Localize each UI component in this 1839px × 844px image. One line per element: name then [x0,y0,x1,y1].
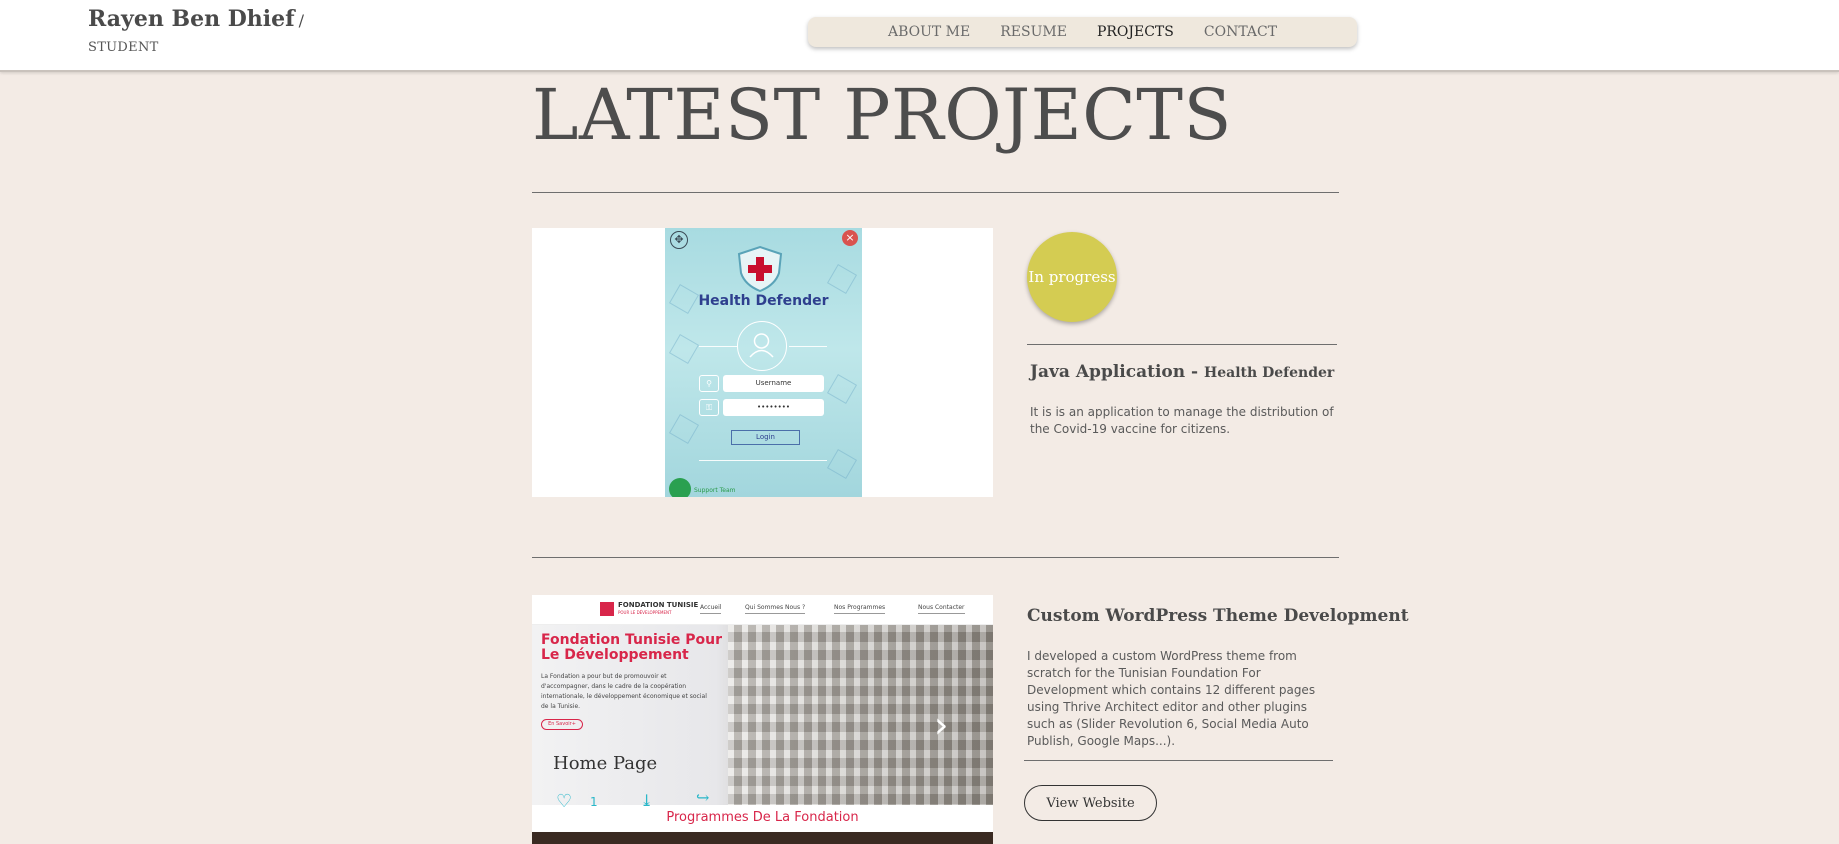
project-1-divider [1027,344,1337,345]
share-icon[interactable]: ↪ [696,788,709,807]
hex-pattern [826,263,858,295]
project-1-description: It is is an application to manage the di… [1030,405,1334,436]
title-divider [532,192,1339,193]
app-name: Health Defender [698,293,829,309]
nav-item-projects[interactable]: PROJECTS [1082,24,1189,40]
decor-line [789,346,827,347]
main-nav: ABOUT ME RESUME PROJECTS CONTACT [808,17,1357,47]
foundation-heading: Fondation Tunisie Pour Le Développement [541,632,722,663]
site-header: Rayen Ben Dhief / STUDENT ABOUT ME RESUME… [0,0,1839,72]
lock-icon: ⚿ [699,399,719,416]
project-1-title: Java Application - Health Defender [1030,362,1334,382]
decor-line [699,346,737,347]
like-count: 1 [590,795,598,809]
hex-pattern [668,333,700,365]
password-field: •••••••• [723,399,824,416]
nav-item-about-me[interactable]: ABOUT ME [873,24,985,40]
menu-item: Nos Programmes [834,604,886,614]
next-slide-icon[interactable]: › [934,705,948,746]
section-divider [532,557,1339,558]
login-button: Login [731,430,800,445]
close-icon: × [842,230,858,246]
user-icon: ⚲ [699,375,719,392]
site-role: STUDENT [88,40,159,55]
decor-line [699,460,827,461]
project-1-image[interactable]: ✥ × Health Defender ⚲ Username ⚿ •••••••… [532,228,993,497]
support-label: Support Team [694,487,736,494]
like-heart-icon[interactable]: ♡ [556,791,572,812]
foundation-paragraph: La Fondation a pour but de promouvoir et… [541,673,707,710]
project-1-subtitle: Health Defender [1204,365,1335,381]
learn-more-button: En Savoir+ [541,719,583,730]
nav-item-contact[interactable]: CONTACT [1189,24,1292,40]
status-badge: In progress [1027,232,1117,322]
shield-icon [737,245,783,293]
title-separator: / [298,11,305,30]
hex-pattern [826,448,858,480]
site-title[interactable]: Rayen Ben Dhief / [88,6,304,32]
page-title: LATEST PROJECTS [532,74,1232,156]
support-icon [669,478,691,497]
user-avatar-icon [737,321,787,371]
download-icon[interactable]: ⤓ [640,791,653,810]
nav-item-resume[interactable]: RESUME [985,24,1082,40]
project-1-title-main: Java Application - [1030,362,1199,382]
project-2-title: Custom WordPress Theme Development [1027,606,1409,626]
menu-item: Qui Sommes Nous ? [745,604,806,614]
menu-item: Accueil [700,604,722,614]
project-2-divider [1024,760,1333,761]
view-website-button[interactable]: View Website [1024,785,1157,821]
hex-pattern [826,373,858,405]
slide-caption: Home Page [553,753,658,774]
next-slide-preview [532,832,993,844]
site-owner-name[interactable]: Rayen Ben Dhief [88,6,295,32]
hex-pattern [668,413,700,445]
foundation-logo-text: FONDATION TUNISIE [618,601,699,609]
move-icon: ✥ [670,231,688,249]
username-field: Username [723,375,824,392]
building-image [728,625,993,830]
project-2-description: I developed a custom WordPress theme fro… [1027,649,1316,748]
foundation-logo-sub: POUR LE DÉVELOPPEMENT [618,610,672,615]
menu-item: Nous Contacter [918,604,965,614]
site-topbar: FONDATION TUNISIE POUR LE DÉVELOPPEMENT … [532,595,993,625]
health-defender-screenshot: ✥ × Health Defender ⚲ Username ⚿ •••••••… [665,228,862,497]
foundation-logo-icon [600,602,614,616]
programmes-heading: Programmes De La Fondation [532,805,993,830]
project-2-slideshow[interactable]: FONDATION TUNISIE POUR LE DÉVELOPPEMENT … [532,595,993,844]
